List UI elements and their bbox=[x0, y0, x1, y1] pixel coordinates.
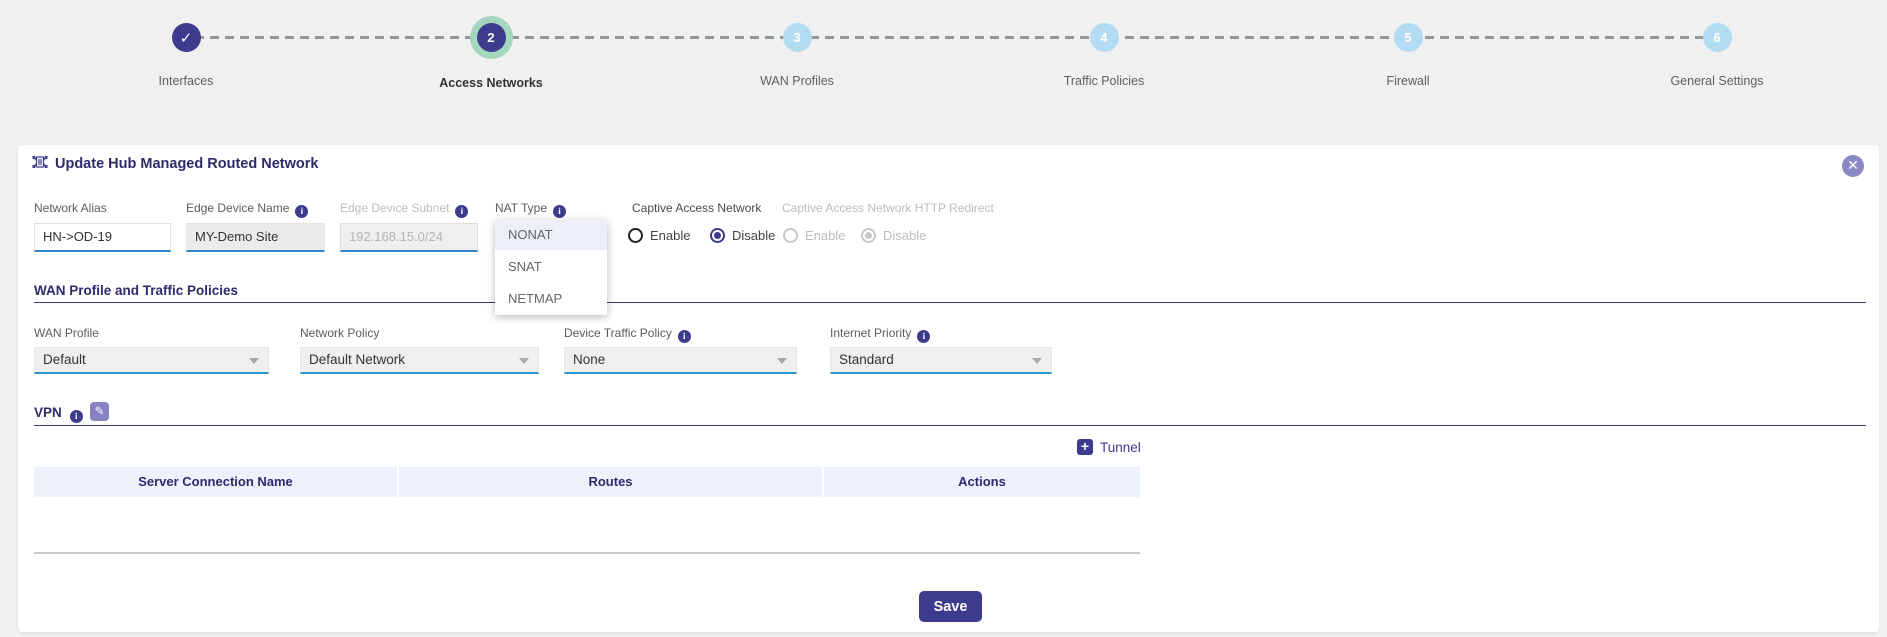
chevron-down-icon bbox=[1032, 358, 1042, 364]
info-icon[interactable]: i bbox=[70, 410, 83, 423]
step-label: Firewall bbox=[1298, 74, 1518, 88]
redirect-enable-radio-row: Enable bbox=[783, 228, 845, 243]
info-icon[interactable]: i bbox=[678, 330, 691, 343]
network-policy-label: Network Policy bbox=[300, 326, 379, 340]
wan-profile-label: WAN Profile bbox=[34, 326, 99, 340]
captive-access-network-label: Captive Access Network bbox=[632, 201, 761, 215]
stepper-step-traffic-policies[interactable]: 4 Traffic Policies bbox=[994, 0, 1214, 88]
edit-pencil-icon[interactable]: ✎ bbox=[90, 402, 109, 421]
nat-type-dropdown: NONAT SNAT NETMAP bbox=[495, 220, 607, 315]
hub-network-icon bbox=[32, 152, 48, 177]
network-alias-input[interactable]: HN->OD-19 bbox=[34, 223, 171, 252]
stepper-step-firewall[interactable]: 5 Firewall bbox=[1298, 0, 1518, 88]
redirect-disable-radio bbox=[861, 228, 876, 243]
wan-section-divider bbox=[34, 302, 1866, 303]
column-header-actions: Actions bbox=[824, 467, 1140, 497]
captive-disable-radio[interactable] bbox=[710, 228, 725, 243]
chevron-down-icon bbox=[519, 358, 529, 364]
vpn-table-header-row: Server Connection Name Routes Actions bbox=[34, 467, 1140, 497]
step-active-circle[interactable]: 2 bbox=[477, 23, 506, 52]
step-number: 5 bbox=[1404, 30, 1411, 45]
nat-type-option-nonat[interactable]: NONAT bbox=[495, 220, 607, 250]
edge-device-subnet-label: Edge Device Subneti bbox=[340, 201, 468, 218]
captive-enable-radio[interactable] bbox=[628, 228, 643, 243]
nat-type-option-snat[interactable]: SNAT bbox=[495, 252, 607, 282]
captive-disable-label: Disable bbox=[732, 228, 775, 243]
captive-enable-label: Enable bbox=[650, 228, 690, 243]
device-traffic-policy-select[interactable]: None bbox=[564, 347, 797, 374]
step-number: 2 bbox=[487, 30, 494, 45]
add-tunnel-button[interactable]: + Tunnel bbox=[1077, 439, 1141, 455]
step-future-circle[interactable]: 4 bbox=[1090, 23, 1119, 52]
chevron-down-icon bbox=[249, 358, 259, 364]
step-label: Traffic Policies bbox=[994, 74, 1214, 88]
stepper-step-wan-profiles[interactable]: 3 WAN Profiles bbox=[687, 0, 907, 88]
edge-device-name-input[interactable]: MY-Demo Site bbox=[186, 223, 325, 252]
step-number: 6 bbox=[1713, 30, 1720, 45]
step-label: Interfaces bbox=[76, 74, 296, 88]
redirect-disable-label: Disable bbox=[883, 228, 926, 243]
save-button[interactable]: Save bbox=[919, 591, 982, 622]
stepper-step-general-settings[interactable]: 6 General Settings bbox=[1607, 0, 1827, 88]
step-label: General Settings bbox=[1607, 74, 1827, 88]
network-alias-label: Network Alias bbox=[34, 201, 107, 215]
captive-enable-radio-row: Enable bbox=[628, 228, 690, 243]
nat-type-label: NAT Typei bbox=[495, 201, 566, 218]
info-icon[interactable]: i bbox=[295, 205, 308, 218]
redirect-disable-radio-row: Disable bbox=[861, 228, 926, 243]
edge-device-name-label: Edge Device Namei bbox=[186, 201, 308, 218]
vpn-table-empty-body bbox=[34, 497, 1140, 554]
update-network-panel bbox=[18, 145, 1879, 632]
captive-disable-radio-row: Disable bbox=[710, 228, 775, 243]
step-number: 3 bbox=[793, 30, 800, 45]
device-traffic-policy-label: Device Traffic Policyi bbox=[564, 326, 691, 343]
internet-priority-select[interactable]: Standard bbox=[830, 347, 1052, 374]
step-completed-circle[interactable]: ✓ bbox=[172, 23, 201, 52]
step-label: Access Networks bbox=[381, 76, 601, 90]
step-future-circle[interactable]: 3 bbox=[783, 23, 812, 52]
step-future-circle[interactable]: 5 bbox=[1394, 23, 1423, 52]
column-header-server-connection-name: Server Connection Name bbox=[34, 467, 397, 497]
nat-type-option-netmap[interactable]: NETMAP bbox=[495, 284, 607, 314]
step-label: WAN Profiles bbox=[687, 74, 907, 88]
edge-device-subnet-input: 192.168.15.0/24 bbox=[340, 223, 478, 252]
stepper-step-access-networks[interactable]: 2 Access Networks bbox=[381, 0, 601, 90]
stepper-step-interfaces[interactable]: ✓ Interfaces bbox=[76, 0, 296, 88]
info-icon[interactable]: i bbox=[455, 205, 468, 218]
page-title: Update Hub Managed Routed Network bbox=[55, 156, 318, 172]
info-icon[interactable]: i bbox=[553, 205, 566, 218]
plus-icon: + bbox=[1077, 439, 1093, 455]
column-header-routes: Routes bbox=[399, 467, 822, 497]
checkmark-icon: ✓ bbox=[180, 29, 193, 47]
wan-section-title: WAN Profile and Traffic Policies bbox=[34, 283, 238, 298]
redirect-enable-radio bbox=[783, 228, 798, 243]
wan-profile-select[interactable]: Default bbox=[34, 347, 269, 374]
tunnel-button-label: Tunnel bbox=[1100, 440, 1141, 455]
vpn-section-title: VPNi bbox=[34, 405, 83, 423]
captive-http-redirect-label: Captive Access Network HTTP Redirect bbox=[782, 201, 994, 215]
close-icon[interactable]: ✕ bbox=[1842, 155, 1864, 177]
info-icon[interactable]: i bbox=[917, 330, 930, 343]
network-policy-select[interactable]: Default Network bbox=[300, 347, 539, 374]
wizard-stepper: ✓ Interfaces 2 Access Networks 3 WAN Pro… bbox=[0, 0, 1887, 110]
vpn-section-divider bbox=[34, 425, 1866, 426]
vpn-tunnel-table: Server Connection Name Routes Actions bbox=[34, 467, 1140, 554]
redirect-enable-label: Enable bbox=[805, 228, 845, 243]
chevron-down-icon bbox=[777, 358, 787, 364]
internet-priority-label: Internet Priorityi bbox=[830, 326, 930, 343]
step-future-circle[interactable]: 6 bbox=[1703, 23, 1732, 52]
step-number: 4 bbox=[1100, 30, 1107, 45]
